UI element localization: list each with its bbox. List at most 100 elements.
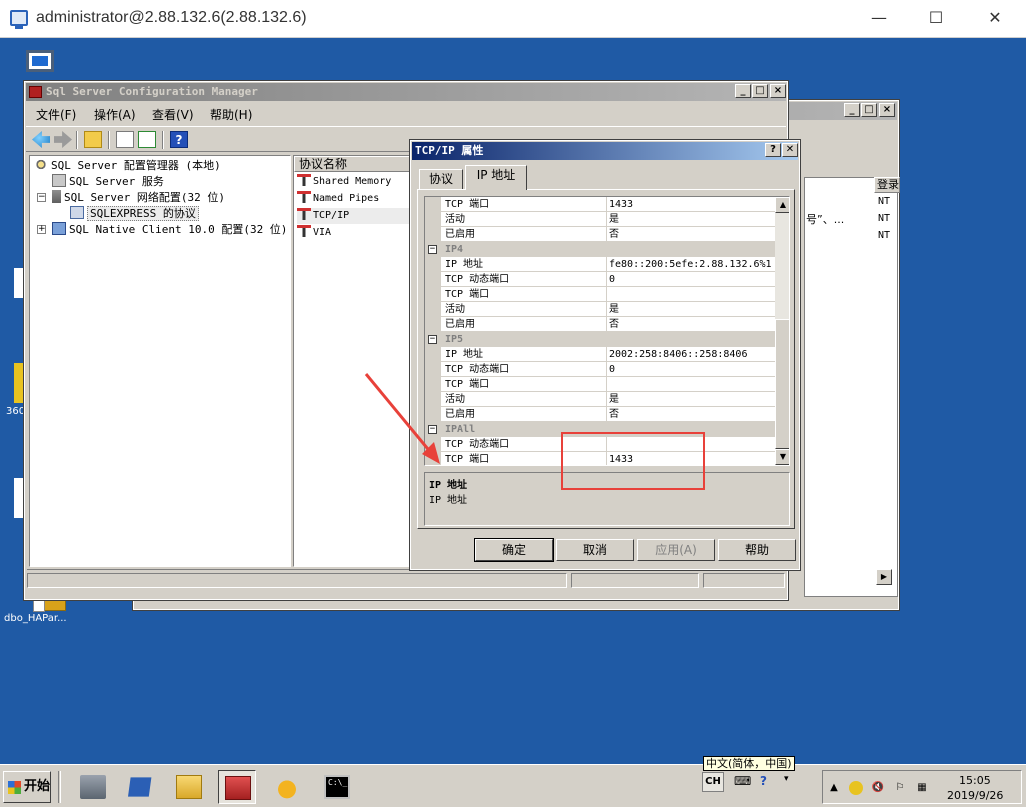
property-value[interactable] xyxy=(607,287,775,302)
property-row[interactable]: TCP 端口 1433 xyxy=(425,197,775,212)
tree-item-root[interactable]: SQL Server 配置管理器 (本地) xyxy=(34,158,221,174)
property-value[interactable]: fe80::200:5efe:2.88.132.6%1 xyxy=(607,257,775,272)
property-category[interactable]: IP4− xyxy=(425,242,775,257)
taskbar-cmd[interactable]: C:\_ xyxy=(318,770,356,804)
help-icon[interactable]: ? xyxy=(170,131,188,148)
tcpip-properties-dialog[interactable]: TCP/IP 属性 ? ✕ 协议 IP 地址 TCP 端口 1433 TCP 动态端… xyxy=(409,139,801,571)
close-button[interactable]: ✕ xyxy=(980,6,1010,30)
scroll-right-button[interactable]: ▶ xyxy=(876,569,892,585)
list-item[interactable]: Named Pipes xyxy=(297,191,409,207)
ime-menu-icon[interactable]: ▾ xyxy=(784,774,802,790)
cancel-button[interactable]: 取消 xyxy=(556,539,634,561)
property-row[interactable]: 已启用否 xyxy=(425,407,775,422)
property-value[interactable]: 是 xyxy=(607,212,775,227)
security-icon[interactable] xyxy=(849,781,863,795)
tree-item-sqlexpress-protocols[interactable]: SQLEXPRESS 的协议 xyxy=(70,206,199,222)
config-manager-titlebar[interactable]: Sql Server Configuration Manager xyxy=(26,83,786,101)
list-item-selected[interactable]: TCP/IP xyxy=(297,208,409,224)
maximize-button[interactable]: ☐ xyxy=(921,6,951,30)
chevron-up-icon[interactable]: ▲ xyxy=(827,781,841,795)
maximize-button[interactable]: □ xyxy=(752,84,768,98)
column-header-login[interactable]: 登录 xyxy=(874,177,900,193)
speaker-muted-icon[interactable]: 🔇 xyxy=(871,781,885,795)
clock-date[interactable]: 2019/9/26 xyxy=(947,789,1003,802)
property-row[interactable]: 活动是 xyxy=(425,302,775,317)
up-folder-icon[interactable] xyxy=(84,131,102,148)
close-button[interactable]: ✕ xyxy=(782,143,798,157)
menu-view[interactable]: 查看(V) xyxy=(152,106,194,123)
taskbar-config-manager[interactable] xyxy=(218,770,256,804)
property-category[interactable]: IP5− xyxy=(425,332,775,347)
taskbar-server-manager[interactable] xyxy=(74,770,112,804)
collapse-toggle[interactable]: − xyxy=(428,245,437,254)
tree-item-native-client[interactable]: SQL Native Client 10.0 配置(32 位) xyxy=(52,222,287,238)
help-question-button[interactable]: ? xyxy=(765,143,781,157)
close-button[interactable]: × xyxy=(770,84,786,98)
ok-button[interactable]: 确定 xyxy=(474,538,554,562)
property-value[interactable]: 否 xyxy=(607,227,775,242)
back-arrow-icon[interactable] xyxy=(32,131,50,148)
property-value[interactable]: 否 xyxy=(607,317,775,332)
clock-time[interactable]: 15:05 xyxy=(959,774,991,787)
property-row[interactable]: TCP 动态端口 0 xyxy=(425,272,775,287)
property-row[interactable]: IP 地址 fe80::200:5efe:2.88.132.6%1 xyxy=(425,257,775,272)
property-value[interactable]: 1433 xyxy=(607,197,775,212)
property-value[interactable]: 0 xyxy=(607,272,775,287)
property-row[interactable]: 活动是 xyxy=(425,392,775,407)
property-row[interactable]: TCP 动态端口 0 xyxy=(425,362,775,377)
property-value[interactable] xyxy=(607,377,775,392)
tree-item-network-config[interactable]: SQL Server 网络配置(32 位) xyxy=(52,190,225,206)
property-value[interactable]: 否 xyxy=(607,407,775,422)
menu-file[interactable]: 文件(F) xyxy=(36,106,76,123)
help-icon[interactable]: ? xyxy=(760,774,778,790)
navigation-tree[interactable]: SQL Server 配置管理器 (本地) SQL Server 服务 − SQ… xyxy=(29,155,291,567)
menu-action[interactable]: 操作(A) xyxy=(94,106,136,123)
collapse-toggle[interactable]: − xyxy=(428,425,437,434)
property-row[interactable]: 已启用否 xyxy=(425,317,775,332)
minimize-button[interactable]: — xyxy=(864,6,894,30)
close-button[interactable]: × xyxy=(879,103,895,117)
list-item[interactable]: VIA xyxy=(297,225,409,241)
vertical-scrollbar[interactable]: ▲ ▼ xyxy=(775,197,789,465)
status-cell xyxy=(571,573,699,588)
scroll-up-button[interactable]: ▲ xyxy=(775,197,789,213)
keyboard-icon[interactable]: ⌨ xyxy=(734,774,752,790)
collapse-toggle[interactable]: − xyxy=(37,193,46,202)
ime-language-button[interactable]: CH xyxy=(702,772,724,792)
apply-button[interactable]: 应用(A) xyxy=(637,539,715,561)
menu-help[interactable]: 帮助(H) xyxy=(210,106,252,123)
network-icon[interactable]: ▦ xyxy=(915,781,929,795)
scroll-thumb[interactable] xyxy=(775,319,789,449)
property-row[interactable]: TCP 端口 xyxy=(425,377,775,392)
taskbar-powershell[interactable] xyxy=(122,770,160,804)
minimize-button[interactable]: _ xyxy=(844,103,860,117)
tab-protocol[interactable]: 协议 xyxy=(419,169,463,189)
property-row[interactable]: TCP 端口 xyxy=(425,287,775,302)
dialog-titlebar[interactable]: TCP/IP 属性 xyxy=(412,142,798,160)
help-button[interactable]: 帮助 xyxy=(718,539,796,561)
property-value[interactable]: 是 xyxy=(607,302,775,317)
taskbar-explorer[interactable] xyxy=(170,770,208,804)
tree-item-services[interactable]: SQL Server 服务 xyxy=(52,174,164,190)
forward-arrow-icon[interactable] xyxy=(54,131,72,148)
property-row[interactable]: 已启用否 xyxy=(425,227,775,242)
scroll-down-button[interactable]: ▼ xyxy=(775,449,789,465)
tab-ip-addresses[interactable]: IP 地址 xyxy=(465,165,527,190)
taskbar-app-paw[interactable] xyxy=(268,770,306,804)
property-grid[interactable]: TCP 端口 1433 TCP 动态端口 IPAll − 已启用否活动是 TCP 端口 TCP… xyxy=(424,196,790,466)
properties-icon[interactable] xyxy=(116,131,134,148)
list-item[interactable]: Shared Memory xyxy=(297,174,409,190)
collapse-toggle[interactable]: − xyxy=(428,335,437,344)
export-list-icon[interactable] xyxy=(138,131,156,148)
expand-toggle[interactable]: + xyxy=(37,225,46,234)
maximize-button[interactable]: □ xyxy=(861,103,877,117)
property-value[interactable]: 是 xyxy=(607,392,775,407)
column-header-protocol-name[interactable]: 协议名称 xyxy=(294,156,414,172)
property-value[interactable]: 0 xyxy=(607,362,775,377)
property-row[interactable]: 活动是 xyxy=(425,212,775,227)
minimize-button[interactable]: _ xyxy=(735,84,751,98)
flag-icon[interactable]: ⚐ xyxy=(893,781,907,795)
property-value[interactable]: 2002:258:8406::258:8406 xyxy=(607,347,775,362)
start-button[interactable]: 开始 xyxy=(3,771,51,803)
property-row[interactable]: IP 地址 2002:258:8406::258:8406 xyxy=(425,347,775,362)
